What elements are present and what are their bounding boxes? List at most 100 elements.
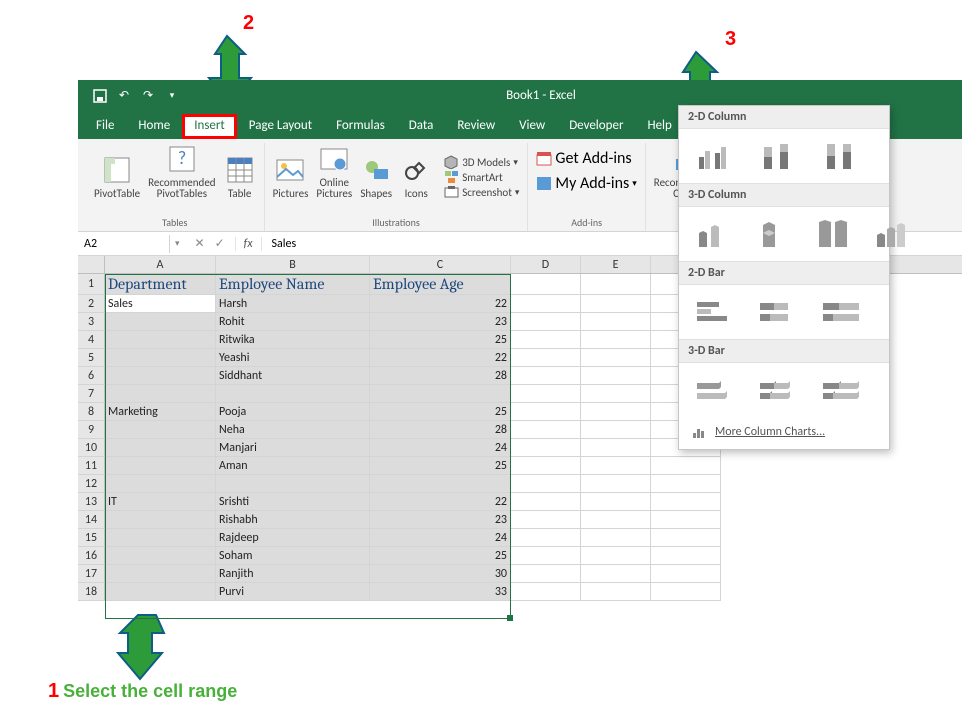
- row-header[interactable]: 13: [78, 493, 105, 511]
- cell[interactable]: 28: [370, 421, 511, 439]
- cell[interactable]: Neha: [216, 421, 370, 439]
- cell[interactable]: 25: [370, 403, 511, 421]
- fill-handle[interactable]: [507, 615, 513, 621]
- cell[interactable]: Srishti: [216, 493, 370, 511]
- cell[interactable]: [511, 529, 581, 547]
- 100pct-stacked-column-3d[interactable]: [813, 217, 855, 251]
- cell[interactable]: 33: [370, 583, 511, 601]
- cell[interactable]: [511, 565, 581, 583]
- tab-formulas[interactable]: Formulas: [324, 114, 397, 139]
- cell[interactable]: [581, 331, 651, 349]
- cell[interactable]: [511, 475, 581, 493]
- name-box[interactable]: A2: [78, 235, 170, 253]
- cell[interactable]: [511, 313, 581, 331]
- cell[interactable]: [511, 295, 581, 313]
- cell[interactable]: [511, 511, 581, 529]
- pictures-button[interactable]: Pictures: [273, 154, 309, 199]
- cell[interactable]: [370, 385, 511, 403]
- clustered-bar-3d[interactable]: [693, 373, 738, 407]
- cell[interactable]: Pooja: [216, 403, 370, 421]
- cell[interactable]: Siddhant: [216, 367, 370, 385]
- col-header-e[interactable]: E: [581, 256, 651, 273]
- qat-dropdown-icon[interactable]: ▾: [164, 88, 180, 104]
- row-header[interactable]: 16: [78, 547, 105, 565]
- cell[interactable]: [581, 295, 651, 313]
- cell[interactable]: [216, 385, 370, 403]
- cell[interactable]: Soham: [216, 547, 370, 565]
- table-button[interactable]: Table: [224, 154, 256, 199]
- cell[interactable]: [511, 349, 581, 367]
- row-header[interactable]: 10: [78, 439, 105, 457]
- my-addins-button[interactable]: My Add-ins ▾: [536, 174, 636, 193]
- cell[interactable]: [370, 475, 511, 493]
- cell[interactable]: 23: [370, 313, 511, 331]
- row-header[interactable]: 8: [78, 403, 105, 421]
- cell[interactable]: [105, 349, 216, 367]
- cell[interactable]: [105, 583, 216, 601]
- row-header[interactable]: 17: [78, 565, 105, 583]
- cell[interactable]: [511, 403, 581, 421]
- cell[interactable]: 25: [370, 457, 511, 475]
- cell[interactable]: [651, 457, 721, 475]
- cell[interactable]: Marketing: [105, 403, 216, 421]
- clustered-bar-2d[interactable]: [693, 295, 738, 329]
- redo-icon[interactable]: ↷: [140, 88, 156, 104]
- cell[interactable]: 22: [370, 349, 511, 367]
- cell[interactable]: [511, 547, 581, 565]
- cell[interactable]: Ranjith: [216, 565, 370, 583]
- cell[interactable]: [651, 583, 721, 601]
- row-header[interactable]: 9: [78, 421, 105, 439]
- cell[interactable]: [105, 547, 216, 565]
- cell[interactable]: [105, 529, 216, 547]
- cell[interactable]: 22: [370, 493, 511, 511]
- enter-icon[interactable]: ✓: [215, 236, 225, 251]
- namebox-dropdown-icon[interactable]: ▾: [170, 238, 185, 249]
- tab-insert[interactable]: Insert: [182, 114, 237, 139]
- cell[interactable]: [581, 367, 651, 385]
- fx-icon[interactable]: fx: [235, 237, 262, 251]
- 100pct-stacked-bar-3d[interactable]: [819, 373, 864, 407]
- tab-file[interactable]: File: [84, 114, 126, 139]
- screenshot-button[interactable]: Screenshot ▾: [444, 185, 519, 199]
- cell[interactable]: Harsh: [216, 295, 370, 313]
- cell[interactable]: IT: [105, 493, 216, 511]
- shapes-button[interactable]: Shapes: [360, 154, 392, 199]
- cell[interactable]: Employee Age: [370, 274, 511, 295]
- cell[interactable]: Purvi: [216, 583, 370, 601]
- stacked-column-3d[interactable]: [753, 217, 795, 251]
- row-header[interactable]: 12: [78, 475, 105, 493]
- cell[interactable]: [581, 475, 651, 493]
- stacked-bar-2d[interactable]: [756, 295, 801, 329]
- row-header[interactable]: 6: [78, 367, 105, 385]
- online-pictures-button[interactable]: Online Pictures: [316, 143, 352, 199]
- tab-page-layout[interactable]: Page Layout: [237, 114, 324, 139]
- cell[interactable]: [511, 583, 581, 601]
- cell[interactable]: [581, 274, 651, 295]
- cell[interactable]: [581, 439, 651, 457]
- cell[interactable]: Ritwika: [216, 331, 370, 349]
- cell[interactable]: Yeashi: [216, 349, 370, 367]
- cell[interactable]: Rishabh: [216, 511, 370, 529]
- cell[interactable]: [651, 475, 721, 493]
- cell[interactable]: [581, 403, 651, 421]
- cell[interactable]: Sales: [105, 295, 216, 313]
- more-column-charts[interactable]: More Column Charts...: [679, 417, 889, 447]
- cell[interactable]: Department: [105, 274, 216, 295]
- cell[interactable]: [511, 439, 581, 457]
- cell[interactable]: 25: [370, 547, 511, 565]
- tab-data[interactable]: Data: [397, 114, 446, 139]
- tab-help[interactable]: Help: [635, 114, 683, 139]
- tab-developer[interactable]: Developer: [557, 114, 635, 139]
- cell[interactable]: Manjari: [216, 439, 370, 457]
- cell[interactable]: [581, 385, 651, 403]
- col-header-c[interactable]: C: [370, 256, 511, 273]
- cell[interactable]: [105, 421, 216, 439]
- cell[interactable]: [105, 367, 216, 385]
- save-icon[interactable]: [92, 88, 108, 104]
- cell[interactable]: [651, 493, 721, 511]
- row-header[interactable]: 5: [78, 349, 105, 367]
- stacked-column-2d[interactable]: [756, 139, 801, 173]
- row-header[interactable]: 11: [78, 457, 105, 475]
- cell[interactable]: [581, 421, 651, 439]
- cell[interactable]: [105, 331, 216, 349]
